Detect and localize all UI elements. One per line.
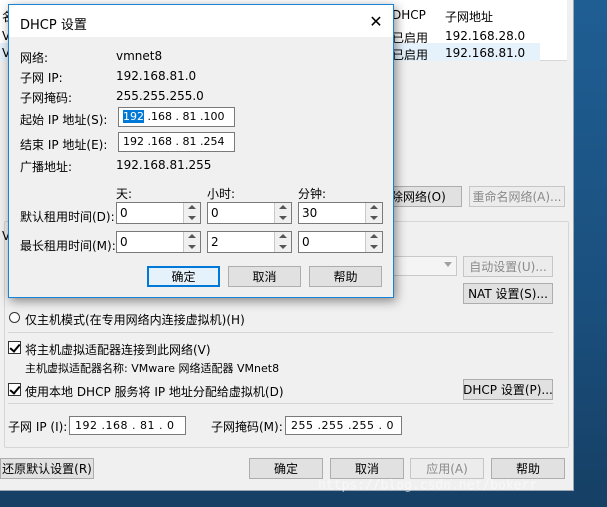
bridge-adapter-combo[interactable] — [390, 256, 457, 276]
end-ip-label: 结束 IP 地址(E): — [20, 138, 108, 152]
connect-adapter-label: 将主机虚拟适配器连接到此网络(V) — [25, 343, 211, 357]
help-button[interactable]: 帮助 — [491, 458, 565, 479]
table-cell-dhcp[interactable]: 已启用 — [392, 46, 428, 63]
hostonly-radio[interactable] — [9, 312, 20, 323]
table-cell-subnet[interactable]: 192.168.28.0 — [445, 29, 525, 43]
default-lease-days-spinner[interactable]: 0 — [116, 202, 201, 224]
hours-column-label: 小时: — [207, 187, 236, 201]
use-dhcp-label: 使用本地 DHCP 服务将 IP 地址分配给虚拟机(D) — [25, 385, 284, 399]
spinner-down-icon[interactable] — [184, 242, 200, 252]
separator — [8, 332, 553, 333]
spinner-down-icon[interactable] — [275, 242, 291, 252]
dialog-ok-button[interactable]: 确定 — [147, 266, 220, 287]
dhcp-settings-dialog: DHCP 设置 ✕ 网络: vmnet8 子网 IP: 192.168.81.0… — [8, 4, 394, 298]
start-ip-rest: .168 . 81 .100 — [144, 110, 225, 123]
column-header-subnet[interactable]: 子网地址 — [445, 8, 493, 25]
start-ip-input[interactable]: 192 .168 . 81 .100 — [118, 107, 235, 127]
spinner-value: 30 — [302, 206, 318, 220]
separator — [8, 403, 553, 404]
auto-settings-button[interactable]: 自动设置(U)... — [463, 256, 553, 277]
table-cell-subnet[interactable]: 192.168.81.0 — [445, 46, 525, 60]
broadcast-value: 192.168.81.255 — [116, 158, 212, 172]
rename-network-button[interactable]: 重命名网络(A)... — [469, 186, 565, 207]
max-lease-minutes-spinner[interactable]: 0 — [298, 231, 383, 253]
subnet-mask-input[interactable]: 255 .255 .255 . 0 — [285, 416, 402, 435]
nat-settings-button[interactable]: NAT 设置(S)... — [463, 283, 553, 304]
days-column-label: 天: — [116, 187, 133, 201]
subnet-ip-value: 192.168.81.0 — [116, 69, 197, 83]
cancel-button[interactable]: 取消 — [330, 458, 404, 479]
dialog-titlebar[interactable]: DHCP 设置 ✕ — [9, 5, 393, 37]
table-cell-dhcp[interactable]: 已启用 — [392, 29, 428, 46]
remove-network-button[interactable]: 除网络(O) — [388, 186, 462, 207]
apply-button[interactable]: 应用(A) — [410, 458, 484, 479]
subnet-ip-input[interactable]: 192 .168 . 81 . 0 — [69, 416, 186, 435]
spinner-down-icon[interactable] — [275, 213, 291, 223]
spinner-down-icon[interactable] — [366, 213, 382, 223]
max-lease-label: 最长租用时间(M): — [20, 239, 116, 253]
spinner-down-icon[interactable] — [184, 213, 200, 223]
max-lease-hours-spinner[interactable]: 2 — [207, 231, 292, 253]
dhcp-settings-button[interactable]: DHCP 设置(P)... — [463, 379, 553, 400]
subnet-mask-label: 子网掩码(M): — [211, 420, 283, 434]
chevron-down-icon — [444, 262, 452, 267]
close-icon[interactable]: ✕ — [365, 11, 387, 31]
watermark-text: https://blog.csdn.net/bokerr — [318, 478, 538, 493]
minutes-column-label: 分钟: — [298, 187, 327, 201]
broadcast-label: 广播地址: — [20, 160, 73, 174]
dialog-title: DHCP 设置 — [20, 18, 87, 33]
default-lease-minutes-spinner[interactable]: 30 — [298, 202, 383, 224]
subnet-ip-label: 子网 IP (I): — [8, 420, 68, 434]
spinner-down-icon[interactable] — [366, 242, 382, 252]
hostonly-label: 仅主机模式(在专用网络内连接虚拟机)(H) — [25, 313, 245, 327]
dialog-cancel-button[interactable]: 取消 — [228, 266, 301, 287]
restore-defaults-button[interactable]: 还原默认设置(R) — [0, 458, 94, 479]
max-lease-days-spinner[interactable]: 0 — [116, 231, 201, 253]
spinner-value: 0 — [302, 235, 310, 249]
spinner-value: 2 — [211, 235, 219, 249]
connect-adapter-checkbox[interactable] — [8, 341, 21, 354]
subnet-mask-value: 255.255.255.0 — [116, 89, 204, 103]
subnet-mask-label: 子网掩码: — [20, 91, 73, 105]
network-label: 网络: — [20, 51, 49, 65]
ok-button[interactable]: 确定 — [249, 458, 323, 479]
start-ip-selected-octet: 192 — [123, 110, 144, 123]
column-header-dhcp[interactable]: DHCP — [392, 8, 426, 22]
dialog-help-button[interactable]: 帮助 — [309, 266, 382, 287]
spinner-value: 0 — [211, 206, 219, 220]
default-lease-hours-spinner[interactable]: 0 — [207, 202, 292, 224]
default-lease-label: 默认租用时间(D): — [20, 210, 115, 224]
subnet-ip-label: 子网 IP: — [20, 71, 63, 85]
end-ip-input[interactable]: 192 .168 . 81 .254 — [118, 132, 235, 152]
use-dhcp-checkbox[interactable] — [8, 383, 21, 396]
network-value: vmnet8 — [116, 49, 163, 63]
start-ip-label: 起始 IP 地址(S): — [20, 113, 108, 127]
spinner-value: 0 — [120, 235, 128, 249]
adapter-name-label: 主机虚拟适配器名称: VMware 网络适配器 VMnet8 — [25, 362, 280, 375]
spinner-value: 0 — [120, 206, 128, 220]
